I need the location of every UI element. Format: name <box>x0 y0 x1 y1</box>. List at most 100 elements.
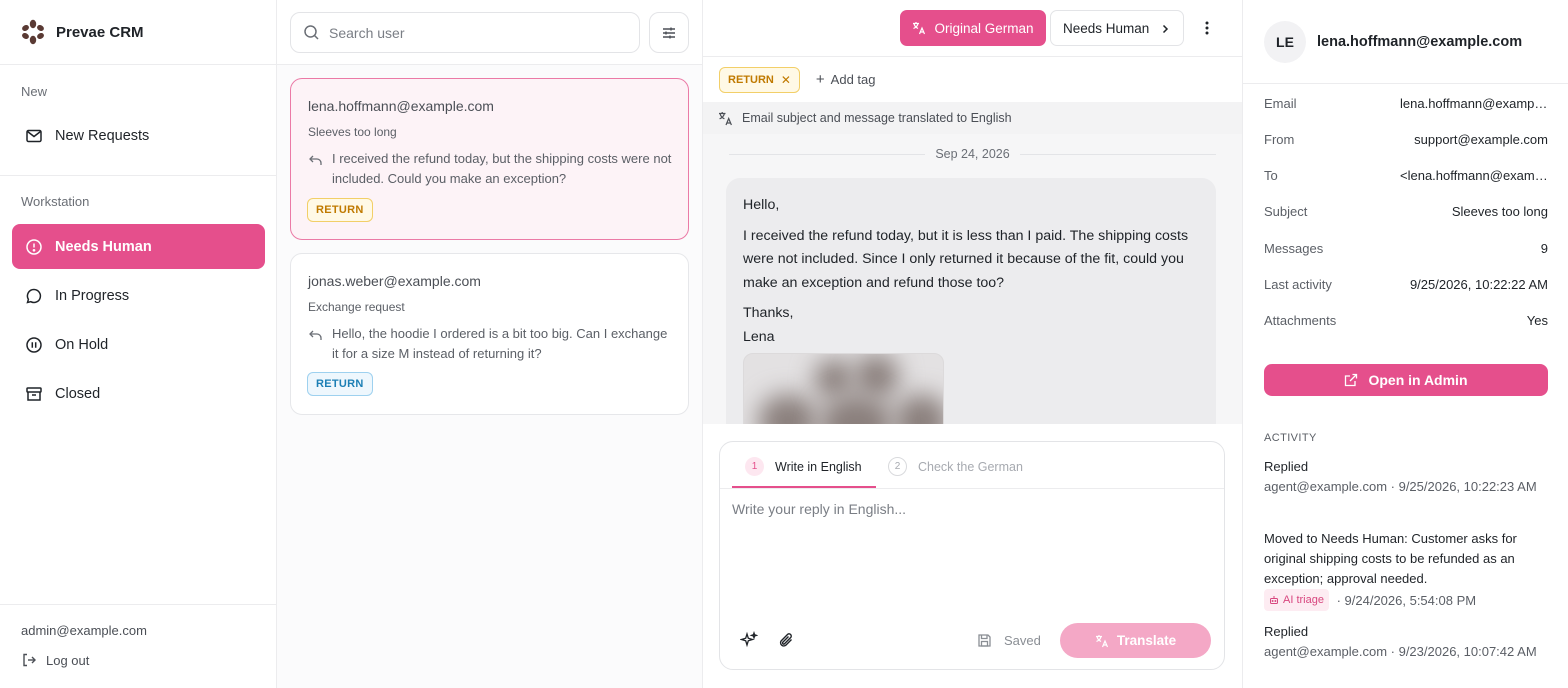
activity-meta: · 9/24/2026, 5:54:08 PM <box>1336 593 1477 608</box>
reply-icon <box>309 155 322 165</box>
detail-row-to: To <lena.hoffmann@example.com> <box>1264 168 1548 183</box>
message-bubble: Hello, I received the refund today, but … <box>726 178 1216 424</box>
message-thread[interactable]: Email subject and message translated to … <box>703 102 1242 424</box>
active-step-indicator <box>732 486 876 488</box>
tag-bar: RETURN ✕ + Add tag <box>703 57 1242 102</box>
activity-meta-row: AI triage · 9/24/2026, 5:54:08 PM <box>1264 589 1554 611</box>
open-in-admin-label: Open in Admin <box>1368 372 1468 388</box>
message-greeting: Hello, <box>743 197 780 213</box>
activity-meta: agent@example.com · 9/25/2026, 10:22:23 … <box>1264 479 1537 494</box>
archive-icon <box>26 386 42 401</box>
original-german-button[interactable]: Original German <box>900 10 1046 46</box>
pause-circle-icon <box>26 336 42 353</box>
conversation-email: lena.hoffmann@example.com <box>308 98 494 114</box>
sidebar-item-new-requests[interactable]: New Requests <box>12 113 265 158</box>
translate-icon <box>719 111 732 125</box>
add-tag-button[interactable]: + Add tag <box>816 71 876 88</box>
detail-value: lena.hoffmann@example.com <box>1400 96 1548 111</box>
section-label-new: New <box>21 84 48 99</box>
detail-value: Sleeves too long <box>1451 204 1548 219</box>
detail-row-messages: Messages 9 <box>1264 241 1548 256</box>
customer-details: LE lena.hoffmann@example.com Email lena.… <box>1242 0 1568 688</box>
tag-chip-return[interactable]: RETURN ✕ <box>719 66 800 93</box>
step-write-english[interactable]: 1 Write in English <box>745 457 862 476</box>
activity-item: Moved to Needs Human: Customer asks for … <box>1264 529 1554 611</box>
message-closing: Thanks, <box>743 305 794 321</box>
sidebar-item-label: Closed <box>55 385 101 402</box>
conversation-card[interactable]: lena.hoffmann@example.com Sleeves too lo… <box>290 78 689 240</box>
more-options-icon[interactable] <box>1199 18 1215 38</box>
activity-title: Replied <box>1264 459 1309 474</box>
sidebar-item-closed[interactable]: Closed <box>12 371 265 416</box>
divider <box>0 175 277 176</box>
detail-key: Subject <box>1264 204 1308 219</box>
conversation-header: Original German Needs Human <box>703 0 1242 57</box>
search-box[interactable] <box>290 12 640 53</box>
reply-icon <box>309 330 322 340</box>
search-input[interactable] <box>329 24 619 41</box>
ai-triage-label: AI triage <box>1283 594 1324 606</box>
external-link-icon <box>1345 373 1358 387</box>
attachment-image[interactable] <box>743 353 944 424</box>
translation-notice-text: Email subject and message translated to … <box>742 111 1012 125</box>
translate-icon <box>913 22 926 35</box>
original-german-label: Original German <box>934 20 1034 36</box>
detail-value: 9 <box>1540 241 1548 256</box>
sliders-icon <box>663 27 675 38</box>
paperclip-icon[interactable] <box>777 631 795 649</box>
activity-heading: ACTIVITY <box>1264 432 1317 444</box>
sidebar: Prevae CRM New New Requests Workstation … <box>0 0 277 688</box>
composer-steps: 1 Write in English 2 Check the German <box>720 442 1224 489</box>
status-dropdown[interactable]: Needs Human <box>1050 10 1184 46</box>
step-label: Write in English <box>775 459 862 474</box>
add-tag-label: Add tag <box>830 72 876 87</box>
message-body: I received the refund today, but it is l… <box>743 227 1189 291</box>
sidebar-item-needs-human[interactable]: Needs Human <box>12 224 265 269</box>
sidebar-item-in-progress[interactable]: In Progress <box>12 273 265 318</box>
conversation-subject: Sleeves too long <box>308 125 397 139</box>
activity-meta: agent@example.com · 9/23/2026, 10:07:42 … <box>1264 644 1537 659</box>
saved-label: Saved <box>1004 632 1041 648</box>
mail-icon <box>26 129 42 142</box>
detail-key: Messages <box>1264 241 1324 256</box>
ai-sparkles-icon[interactable] <box>740 631 758 649</box>
date-divider: Sep 24, 2026 <box>729 146 1216 162</box>
translate-icon <box>1095 634 1108 647</box>
detail-value: <lena.hoffmann@example.com> <box>1400 168 1548 183</box>
open-in-admin-button[interactable]: Open in Admin <box>1264 364 1548 396</box>
divider <box>1243 83 1568 84</box>
search-icon <box>304 25 319 40</box>
detail-row-from: From support@example.com <box>1264 132 1548 147</box>
step-check-german[interactable]: 2 Check the German <box>888 457 1023 476</box>
conversation-subject: Exchange request <box>308 300 405 314</box>
detail-key: Email <box>1264 96 1297 111</box>
chat-bubble-icon <box>26 288 42 304</box>
conversation-preview: Hello, the hoodie I ordered is a bit too… <box>332 326 668 361</box>
avatar: LE <box>1264 21 1306 63</box>
detail-key: From <box>1264 132 1295 147</box>
activity-item: Replied agent@example.com · 9/23/2026, 1… <box>1264 622 1554 662</box>
status-label: Needs Human <box>1063 20 1150 36</box>
filter-button[interactable] <box>649 12 689 53</box>
save-icon <box>978 633 991 647</box>
translate-button[interactable]: Translate <box>1060 623 1211 658</box>
sidebar-item-on-hold[interactable]: On Hold <box>12 322 265 367</box>
reply-composer: 1 Write in English 2 Check the German Sa… <box>719 441 1225 670</box>
detail-row-email: Email lena.hoffmann@example.com <box>1264 96 1548 111</box>
conversation-card[interactable]: jonas.weber@example.com Exchange request… <box>290 253 689 415</box>
alert-circle-icon <box>26 238 42 255</box>
step-number: 2 <box>888 457 907 476</box>
list-toolbar <box>277 0 702 65</box>
detail-row-attachments: Attachments Yes <box>1264 313 1548 328</box>
app-name: Prevae CRM <box>56 23 144 41</box>
chevron-right-icon <box>1162 24 1169 34</box>
conversation-view: Original German Needs Human RETURN ✕ + A… <box>703 0 1242 688</box>
saved-indicator: Saved <box>977 622 1041 658</box>
remove-tag-icon[interactable]: ✕ <box>781 73 791 87</box>
step-label: Check the German <box>918 459 1023 474</box>
reply-textarea[interactable] <box>732 501 1212 601</box>
detail-value: Yes <box>1526 313 1548 328</box>
activity-title: Replied <box>1264 624 1309 639</box>
sidebar-item-label: New Requests <box>55 127 150 144</box>
logout-button[interactable]: Log out <box>21 652 89 668</box>
